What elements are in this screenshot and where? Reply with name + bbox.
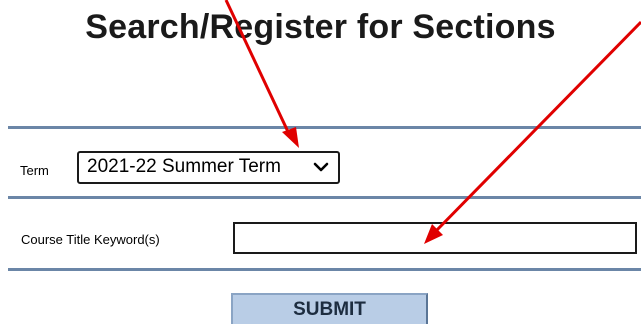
divider-top <box>8 126 641 129</box>
annotation-arrow-to-keyword <box>424 20 641 244</box>
chevron-down-icon <box>313 162 329 172</box>
divider-bottom <box>8 268 641 271</box>
term-select[interactable]: 2021-22 Summer Term <box>77 151 340 184</box>
term-label: Term <box>20 163 49 178</box>
keyword-label: Course Title Keyword(s) <box>21 232 160 247</box>
course-title-keyword-input[interactable] <box>233 222 637 254</box>
term-selected-value: 2021-22 Summer Term <box>87 156 281 177</box>
divider-middle <box>8 196 641 199</box>
submit-button[interactable]: SUBMIT <box>231 293 428 324</box>
page: Search/Register for Sections Term 2021-2… <box>0 0 641 324</box>
page-title: Search/Register for Sections <box>85 8 556 46</box>
